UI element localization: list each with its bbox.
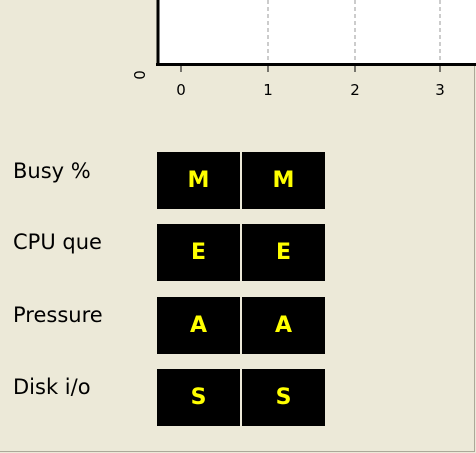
status-cell: A	[157, 297, 240, 354]
status-cell: A	[242, 297, 325, 354]
status-cell: E	[242, 224, 325, 281]
performance-panel: 0 1 2 3 0 Busy % CPU que Pressure Disk i…	[0, 0, 476, 452]
row-label-pressure: Pressure	[13, 303, 103, 327]
row-label-busy: Busy %	[13, 159, 91, 183]
status-cell: M	[157, 152, 240, 209]
chart-plot-area	[158, 0, 476, 65]
chart-y-tick-label-0: 0	[131, 70, 149, 80]
chart-x-tick-label-0: 0	[176, 81, 186, 99]
chart-x-tick-label-2: 2	[350, 81, 360, 99]
chart-x-tick-label-3: 3	[435, 81, 445, 99]
chart-x-tick-label-1: 1	[263, 81, 273, 99]
row-label-disk-io: Disk i/o	[13, 375, 91, 399]
status-cell: S	[242, 369, 325, 426]
performance-chart: 0 1 2 3 0	[131, 0, 476, 99]
status-cell: E	[157, 224, 240, 281]
status-cell: M	[242, 152, 325, 209]
status-cell: S	[157, 369, 240, 426]
row-label-cpu-que: CPU que	[13, 230, 102, 254]
